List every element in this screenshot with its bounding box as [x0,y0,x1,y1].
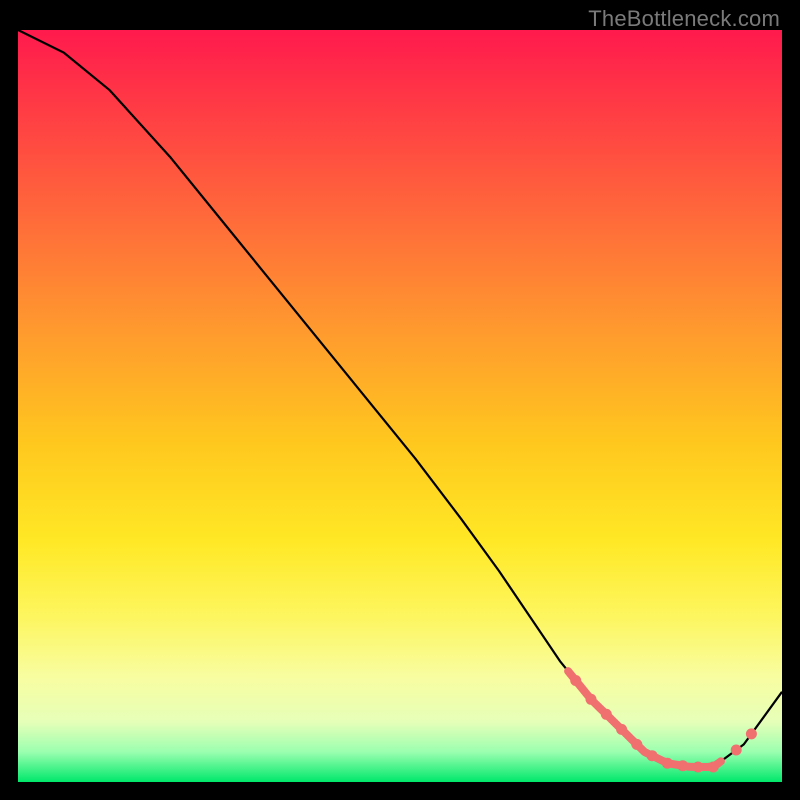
bottleneck-curve [18,30,782,767]
chart-area [18,30,782,782]
highlight-dot [693,762,704,773]
highlight-dot [647,750,658,761]
highlight-dot [662,758,673,769]
highlight-dot [746,728,757,739]
chart-svg [18,30,782,782]
highlight-dot [616,724,627,735]
highlight-dot [570,675,581,686]
trough-highlight [568,671,721,767]
highlight-dot [631,739,642,750]
highlight-dot [601,709,612,720]
highlight-dot [708,762,719,773]
watermark-text: TheBottleneck.com [588,6,780,32]
highlight-dot [677,760,688,771]
highlight-dot [586,694,597,705]
highlight-dot [731,745,742,756]
